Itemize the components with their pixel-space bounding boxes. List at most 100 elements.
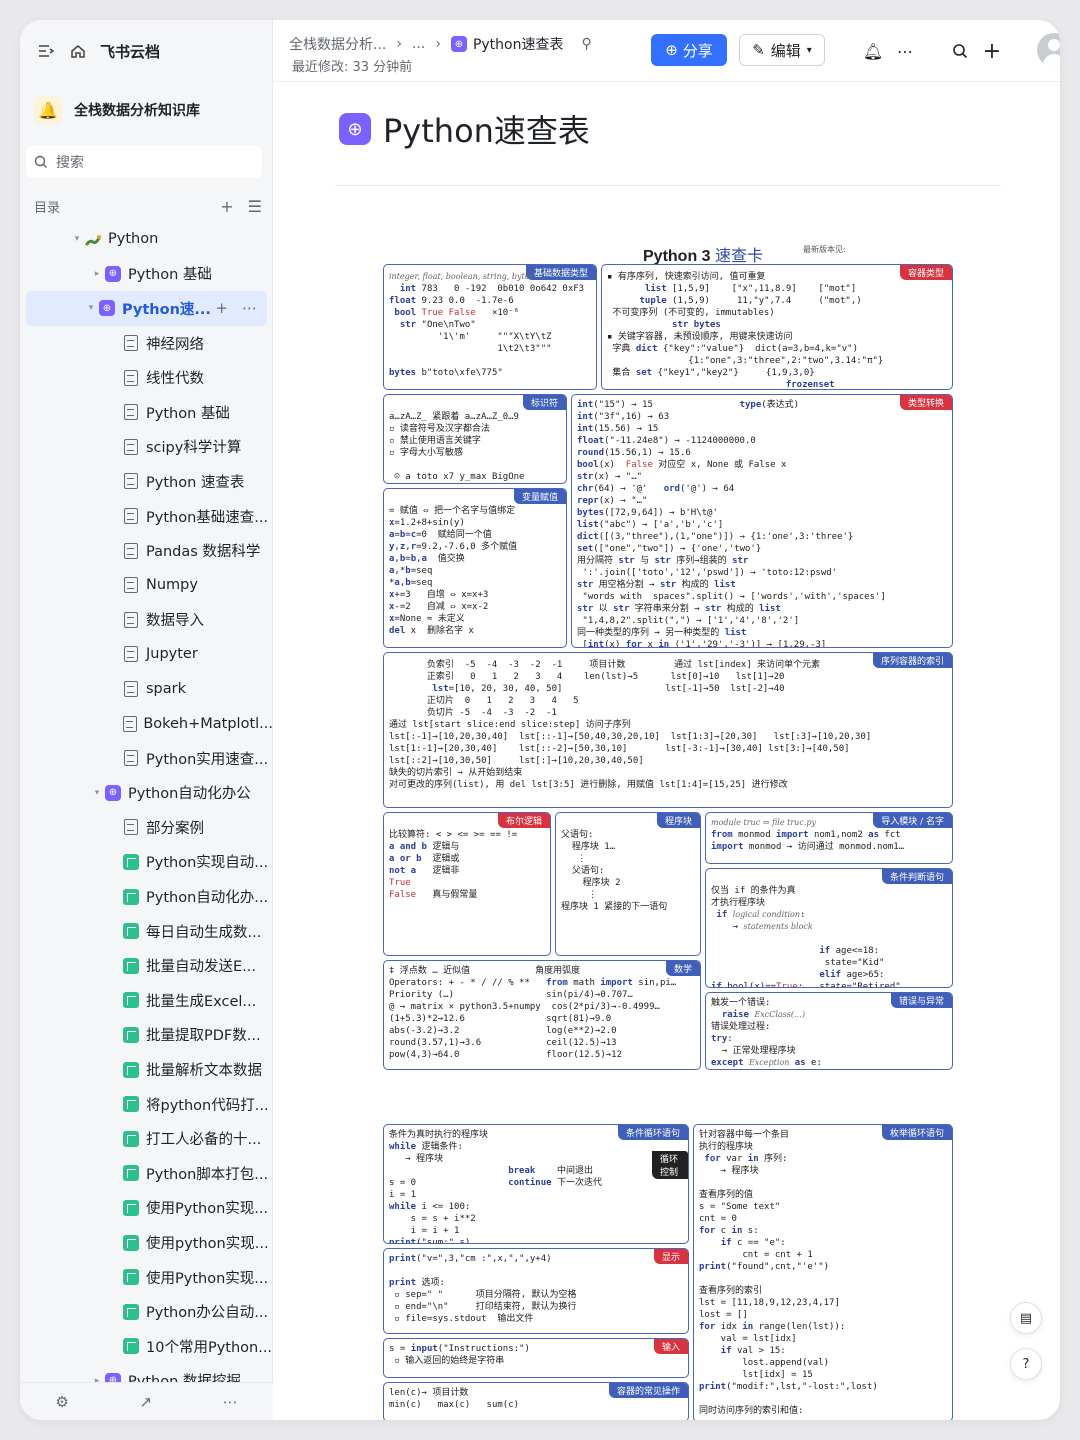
caret-right-icon[interactable]: ▸ [90,269,104,279]
toc-item[interactable]: Python 速查表 [20,464,273,499]
toc-item[interactable]: 使用Python实现... [20,1191,273,1226]
toc-item[interactable]: 批量提取PDF数... [20,1018,273,1053]
toc-item[interactable]: 数据导入 [20,603,273,638]
toc-item[interactable]: Python实用速查... [20,741,273,776]
toc-item[interactable]: 批量自动发送E... [20,948,273,983]
toc-item-label: Python 基础 [128,267,212,284]
help-button[interactable]: ? [1010,1348,1042,1380]
more-icon[interactable]: ⋯ [242,299,257,317]
toc-item[interactable]: Python办公自动... [20,1294,273,1329]
toc-item-label: 数据导入 [146,613,204,630]
doc-icon [122,680,140,698]
brand-name[interactable]: 飞书云档 [100,41,160,62]
collapse-sidebar-icon[interactable] [36,41,56,61]
toc-item-label: Pandas 数据科学 [146,544,261,561]
section-tag: 枚举循环语句 [881,1125,952,1140]
outline-toggle-button[interactable]: ▤ [1010,1302,1042,1334]
cheat-sheet-image: Python 3 速查卡 最新版本见: 基础数据类型 integer, floa… [383,242,953,1420]
list-view-icon[interactable]: ☰ [248,197,262,216]
more-options-icon[interactable]: ⋯ [894,40,916,62]
toc-item[interactable]: Python脚本打包... [20,1156,273,1191]
toc-item-actions: + ⋯ [215,299,257,317]
breadcrumb-current[interactable]: ⊕ Python速查表 [450,34,563,54]
toc-item[interactable]: ▾ Python [20,222,273,257]
variable-assignment-box: 变量赋值 = 赋值 ⇔ 把一个名字与值绑定 x=1.2+8+sin(y) a=b… [383,488,567,648]
toc-title: 目录 [34,200,61,216]
toc-item[interactable]: 10个常用Python... [20,1329,273,1364]
avatar[interactable] [1037,33,1060,67]
toc-item[interactable]: ▸ ⊕ Python 基础 [20,257,273,292]
toc-item[interactable]: Bokeh+Matplotl... [20,706,273,741]
breadcrumb: 全栈数据分析... › ... › ⊕ Python速查表 ⚲ [289,34,592,54]
doc-icon [122,715,137,733]
toc-item[interactable]: Pandas 数据科学 [20,533,273,568]
toc-item[interactable]: 将python代码打... [20,1087,273,1122]
for-loop-box: 枚举循环语句 针对容器中每一个条目 执行的程序块 for var in 序列: … [693,1124,953,1420]
toc-item[interactable]: spark [20,672,273,707]
home-icon[interactable] [68,41,88,61]
toc-item[interactable]: Python 基础 [20,395,273,430]
caret-down-icon[interactable]: ▾ [70,234,84,244]
sidebar-header: 飞书云档 [20,36,273,66]
toc-item-label: Python脚本打包... [146,1166,269,1183]
toc-item[interactable]: ▾ ⊕ Python自动化办公 [20,776,273,811]
toc-item-label: Bokeh+Matplotl... [143,715,273,732]
toc-item[interactable]: 神经网络 [20,326,273,361]
toc-item-label: Python办公自动... [146,1305,269,1322]
add-icon[interactable]: + [215,299,228,317]
section-tag: 标识符 [522,395,566,410]
toc-item[interactable]: 每日自动生成数... [20,914,273,949]
toc-item-label: spark [146,681,187,698]
page-title: ⊕ Python速查表 [339,106,590,152]
notification-bell-icon[interactable]: 🔔︎ [862,40,884,62]
pin-icon[interactable]: ⚲ [581,36,591,52]
knowledge-base-header[interactable]: 🔔 全栈数据分析知识库 [30,90,266,130]
section-tag: 条件循环语句 [617,1125,688,1140]
toc-item[interactable]: Python实现自动... [20,845,273,880]
input-box: 输入 s = input("Instructions:") ▫ 输入返回的始终是… [383,1338,689,1378]
toc-item[interactable]: Python基础速查... [20,499,273,534]
toc-item[interactable]: 部分案例 [20,810,273,845]
search-icon[interactable] [949,40,971,62]
toc-list: ▾ Python ▸ ⊕ Python 基础 ▾ ⊕ Python速... + ⋯ 神经网络 线性代数… [20,222,273,1398]
search-input[interactable]: 搜索 [26,146,262,178]
toc-item[interactable]: 打工人必备的十... [20,1121,273,1156]
doc-icon [122,403,140,421]
toc-item[interactable]: Python自动化办... [20,879,273,914]
python-page-icon: ⊕ [104,784,122,802]
breadcrumb-ellipsis[interactable]: ... [412,36,425,52]
share-button[interactable]: ⊕ 分享 [651,34,727,66]
add-icon[interactable]: + [981,39,1003,64]
conditional-box: 条件判断语句 仅当 if 的条件为真 才执行程序块 if logical con… [705,868,953,988]
toc-item[interactable]: Numpy [20,568,273,603]
add-icon[interactable]: + [220,197,233,216]
more-icon[interactable]: ⋯ [223,1393,238,1411]
page-title-text[interactable]: Python速查表 [383,106,590,152]
toc-item[interactable]: ▾ ⊕ Python速... + ⋯ [26,291,267,326]
share-label: 分享 [682,41,713,60]
sheet-icon [122,1164,140,1182]
toc-item[interactable]: scipy科学计算 [20,430,273,465]
pencil-icon: ✎ [752,41,765,59]
toc-item-label: Python实用速查... [146,751,269,768]
sheet-icon [122,853,140,871]
toc-header: 目录 + ☰ [34,194,262,218]
toc-item[interactable]: 使用python实现... [20,1225,273,1260]
caret-down-icon[interactable]: ▾ [90,788,104,798]
toc-item[interactable]: 批量生成Excel... [20,983,273,1018]
toc-item[interactable]: 使用Python实现... [20,1260,273,1295]
toc-item[interactable]: 批量解析文本数据 [20,1052,273,1087]
caret-down-icon[interactable]: ▾ [84,303,98,313]
sheet-icon [122,1303,140,1321]
edit-button[interactable]: ✎ 编辑 ▾ [739,34,825,66]
settings-icon[interactable]: ⚙ [55,1393,68,1411]
breadcrumb-parent[interactable]: 全栈数据分析... [289,34,386,54]
toc-item-label: Numpy [146,577,198,594]
share-link-icon[interactable]: ↗ [139,1393,152,1411]
import-module-box: 导入模块 / 名字 module truc ⇔ file truc.py fro… [705,812,953,864]
section-tag: 条件判断语句 [881,869,952,884]
math-box: 数学 ‡ 浮点数 … 近似值 角度用弧度 Operators: + - * / … [383,960,701,1070]
toc-item[interactable]: Jupyter [20,637,273,672]
knowledge-base-name: 全栈数据分析知识库 [74,103,200,119]
toc-item[interactable]: 线性代数 [20,360,273,395]
